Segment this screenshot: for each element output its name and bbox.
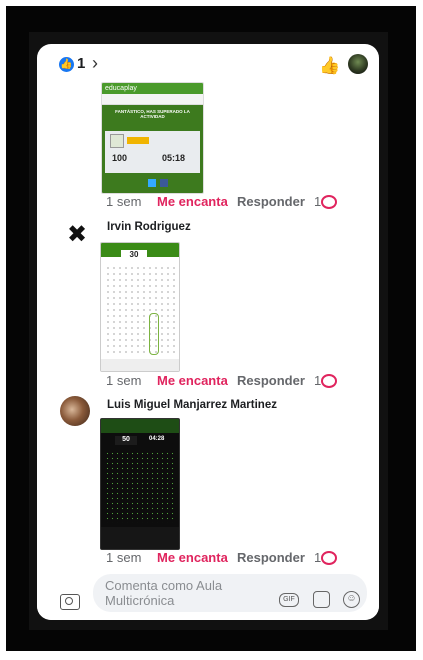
word-highlight [149,313,159,355]
comment-image-2[interactable]: 30 [100,242,180,372]
heart-icon[interactable] [321,551,337,565]
result-score: 100 [112,153,128,163]
avatar[interactable] [348,54,368,74]
game-counter: 50 [115,436,137,445]
comment-input[interactable]: Comenta como Aula Multicrónica GIF ☺ [93,574,367,612]
love-button[interactable]: Me encanta [157,194,228,209]
comment-image-3[interactable]: 50 04:28 [100,418,180,550]
facebook-icon [160,179,168,187]
heart-icon[interactable] [321,374,337,388]
avatar[interactable]: ✖ [62,220,92,250]
comment-time: 1 sem [106,550,142,565]
game-timer: 04:28 [149,436,165,442]
reply-button[interactable]: Responder [237,373,305,388]
comment-author[interactable]: Irvin Rodriguez [107,221,191,233]
heart-icon[interactable] [321,195,337,209]
phone-screen: 👍 1 › 👍 educaplay FANTÁSTICO, HAS SUPERA… [37,44,379,620]
game-footer [101,527,179,549]
comment-image-1[interactable]: educaplay FANTÁSTICO, HAS SUPERADO LA AC… [101,82,204,194]
emoji-icon[interactable]: ☺ [343,591,360,608]
result-message: FANTÁSTICO, HAS SUPERADO LA ACTIVIDAD [115,109,190,119]
game-header [101,419,179,433]
comment-time: 1 sem [106,373,142,388]
love-button[interactable]: Me encanta [157,373,228,388]
avatar[interactable] [60,396,90,426]
chevron-right-icon[interactable]: › [92,53,98,74]
game-counter: 30 [121,250,147,260]
like-count[interactable]: 1 [77,55,85,72]
sticker-icon[interactable] [313,591,330,608]
twitter-icon [148,179,156,187]
comment-placeholder: Comenta como Aula Multicrónica [105,578,223,608]
like-icon: 👍 [59,57,74,72]
result-button [127,137,149,144]
comment-composer: Comenta como Aula Multicrónica GIF ☺ [37,566,379,620]
result-time: 05:18 [162,153,186,163]
word-search-grid [105,451,175,523]
word-search-grid [105,265,175,357]
reactions-bar: 👍 1 › 👍 [37,44,379,84]
love-button[interactable]: Me encanta [157,550,228,565]
comment-author[interactable]: Luis Miguel Manjarrez Martinez [107,399,277,411]
user-icon [110,134,124,148]
comment-time: 1 sem [106,194,142,209]
gif-icon[interactable]: GIF [279,593,299,607]
phone-nav-bar [101,359,179,371]
reply-button[interactable]: Responder [237,550,305,565]
thumbs-up-icon[interactable]: 👍 [319,56,340,76]
app-toolbar [102,94,203,105]
camera-icon[interactable] [60,594,80,610]
reply-button[interactable]: Responder [237,194,305,209]
app-name: educaplay [102,83,203,94]
